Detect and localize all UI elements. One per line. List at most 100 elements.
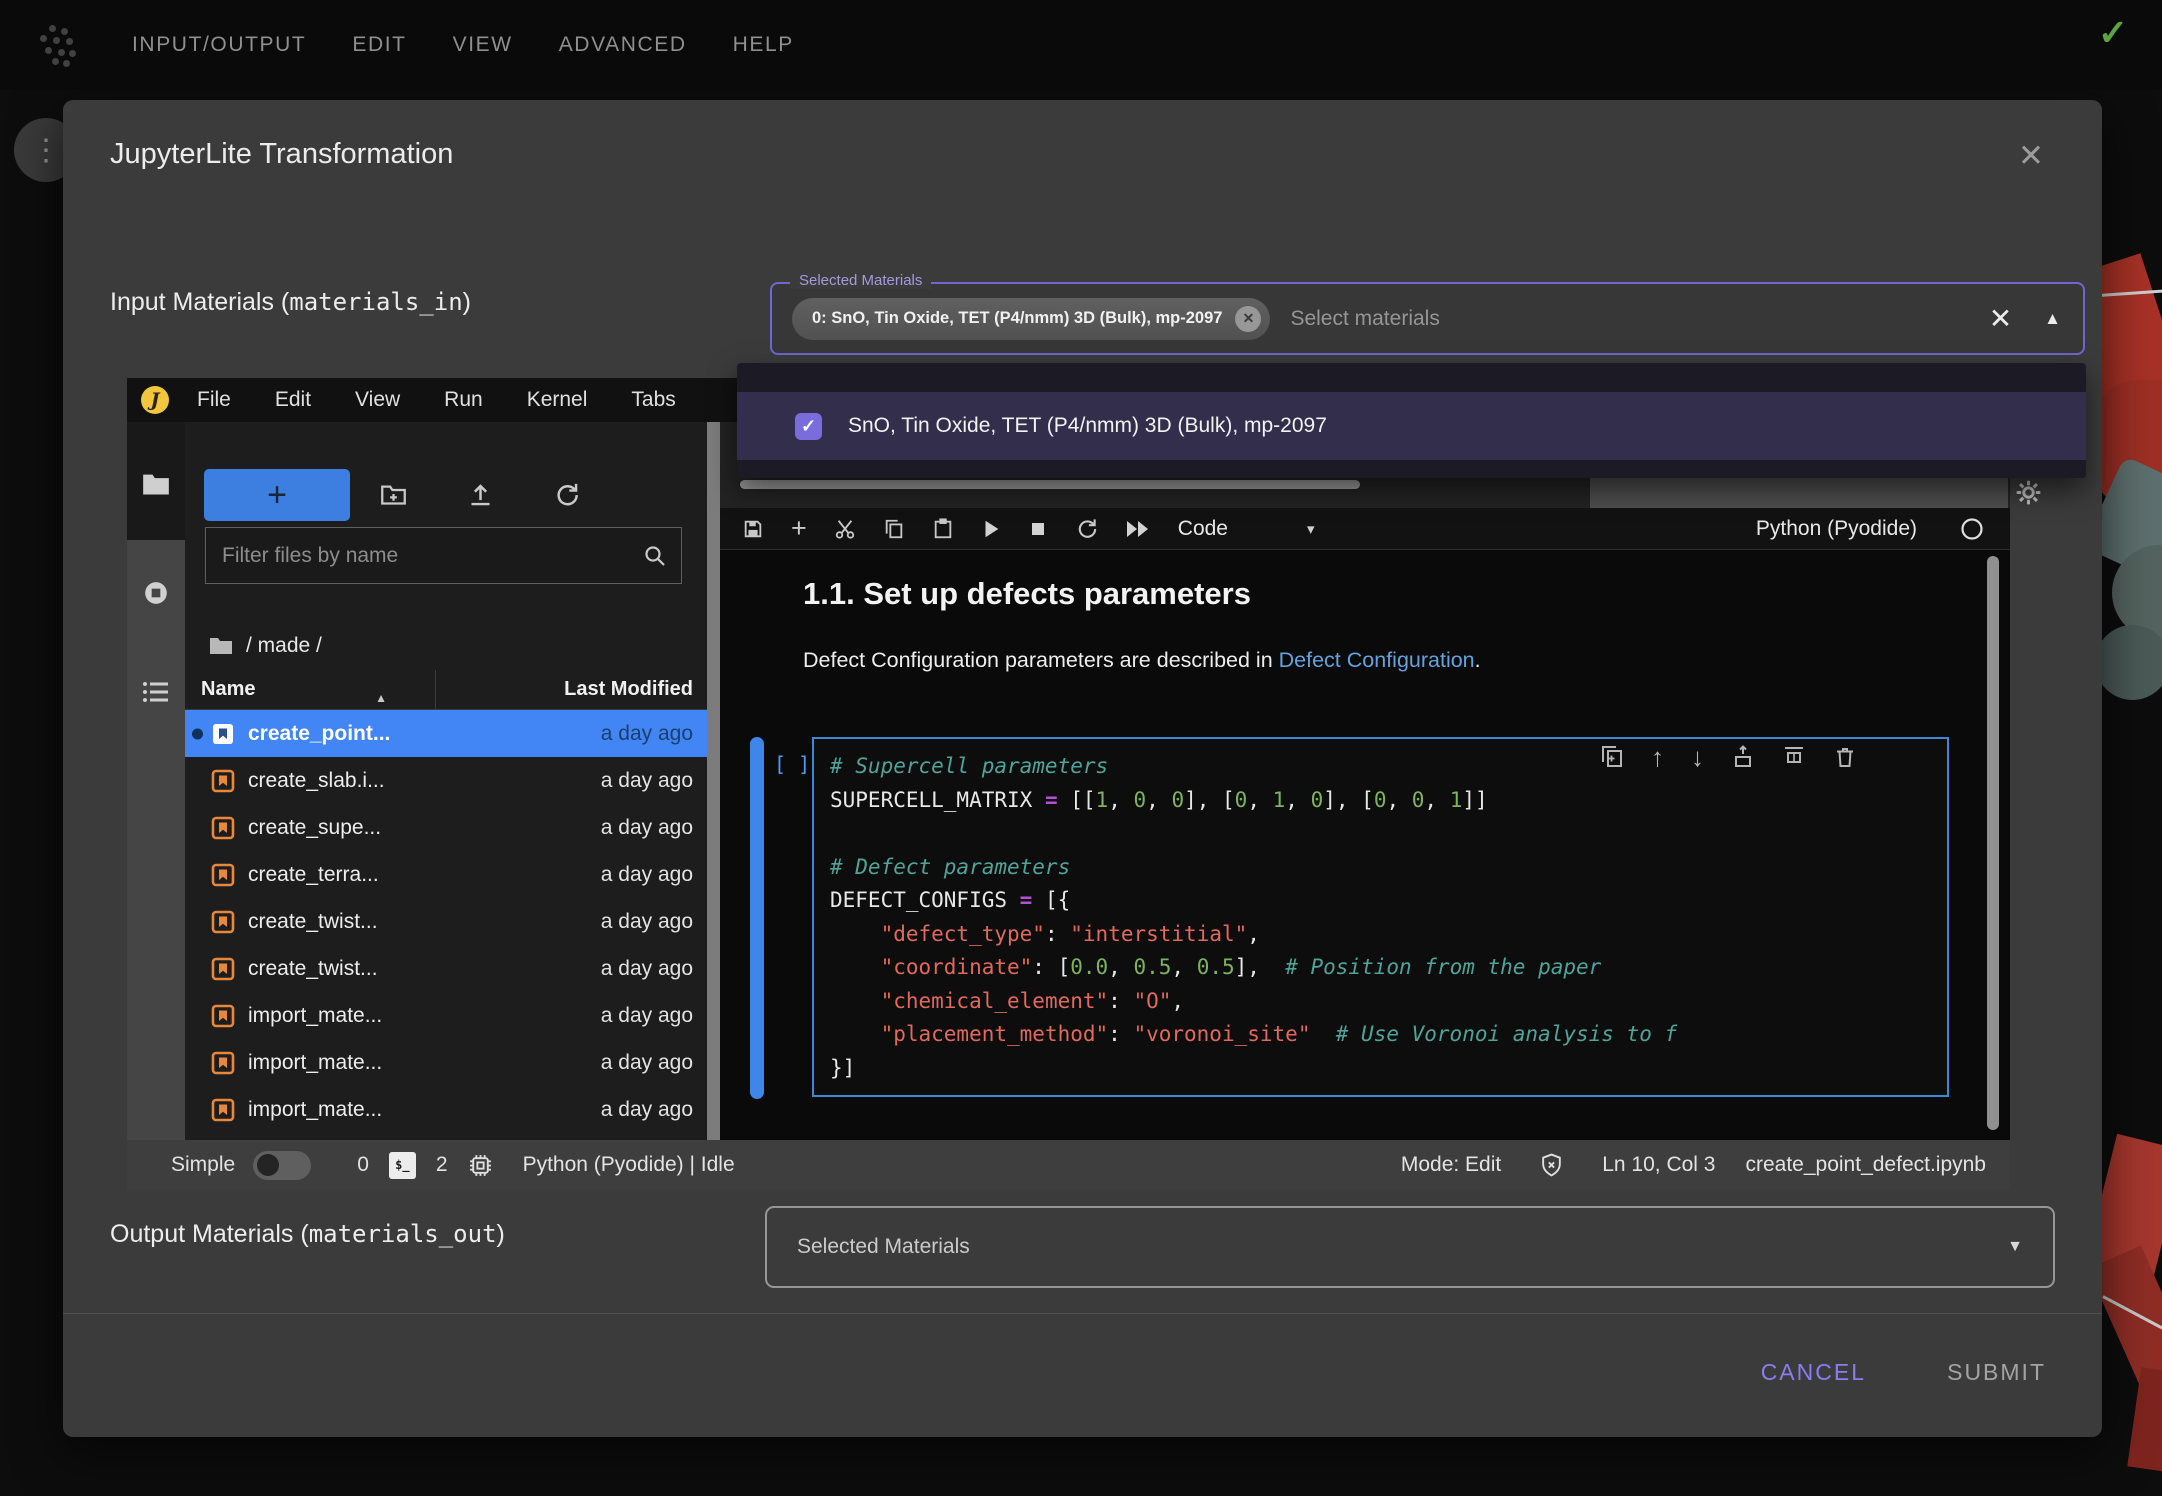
code-line: "defect_type": "interstitial", [830,918,1931,952]
submit-button[interactable]: SUBMIT [1941,1358,2052,1387]
refresh-file-list-button[interactable] [553,481,580,508]
jupyterlab-menu-item[interactable]: Tabs [631,388,675,412]
terminals-count[interactable]: 0 [357,1153,369,1177]
interrupt-kernel-button[interactable] [1028,519,1048,539]
kernels-count[interactable]: 2 [436,1153,448,1177]
insert-cell-button[interactable]: + [791,515,807,542]
screen: { "topbar": { "items": [ {"label": "INPU… [0,0,2162,1496]
selected-materials-field[interactable]: Selected Materials 0: SnO, Tin Oxide, TE… [770,282,2085,355]
jupyterlab-menu-item[interactable]: Edit [275,388,311,412]
jupyterlab-menu-item[interactable]: View [355,388,400,412]
column-header-modified[interactable]: Last Modified [435,670,707,709]
notebook-file-icon [211,910,235,934]
material-search-input[interactable] [1288,306,1978,332]
upload-files-button[interactable] [467,481,494,508]
kernel-status-text[interactable]: Python (Pyodide) | Idle [523,1153,735,1177]
file-modified: a day ago [435,910,707,934]
paste-cells-button[interactable] [932,518,954,540]
clear-selection-icon[interactable]: ✕ [1989,305,2012,333]
topbar-menu-item[interactable]: ADVANCED [559,33,687,57]
running-kernels-tab[interactable] [143,580,169,606]
search-icon [643,544,667,568]
file-list: create_point...a day agocreate_slab.i...… [185,710,707,1133]
notebook-file-icon [211,1004,235,1028]
notebook-file-icon [211,1051,235,1075]
folder-icon [209,636,233,656]
notebook-toolbar: + [720,508,2010,550]
notebook-panel: + [720,422,2010,1140]
jupyterlab-menu-item[interactable]: Run [444,388,483,412]
jupyter-logo-icon: J [141,386,169,414]
app-logo-icon[interactable] [36,23,80,67]
restart-kernel-button[interactable] [1075,517,1098,540]
kernel-name-button[interactable]: Python (Pyodide) [1756,517,1917,541]
chip-remove-icon[interactable]: ✕ [1235,306,1261,332]
topbar-menu-item[interactable]: EDIT [352,33,406,57]
delete-cell-button[interactable] [1833,745,1857,769]
column-header-name[interactable]: Name ▲ [185,678,435,701]
defect-configuration-link[interactable]: Defect Configuration [1279,648,1475,672]
restart-run-all-button[interactable] [1125,519,1151,539]
insert-cell-above-button[interactable] [1731,745,1755,769]
file-row[interactable]: create_twist...a day ago [185,898,707,945]
jupyterlab-menu-item[interactable]: Kernel [527,388,588,412]
file-browser-tab[interactable] [142,472,170,496]
tabbar-scrollbar[interactable] [740,480,1360,489]
topbar-menu-item[interactable]: VIEW [453,33,513,57]
checkbox-checked-icon[interactable]: ✓ [795,413,822,440]
run-cell-button[interactable] [981,518,1001,540]
topbar-menu-item[interactable]: INPUT/OUTPUT [132,33,306,57]
move-cell-up-button[interactable]: ↑ [1651,744,1664,770]
cursor-position[interactable]: Ln 10, Col 3 [1602,1153,1715,1177]
file-row[interactable]: import_mate...a day ago [185,1039,707,1086]
field-label: Selected Materials [790,272,931,289]
backdrop-atom-gray [2095,625,2162,700]
code-cell[interactable]: # Supercell parametersSUPERCELL_MATRIX =… [812,737,1949,1097]
chevron-down-icon[interactable]: ▾ [1307,520,1315,538]
input-materials-label: Input Materials (materials_in) [110,288,471,317]
cell-collapser-bar[interactable] [750,737,764,1099]
topbar-menu-item[interactable]: HELP [733,33,794,57]
filter-files-input[interactable] [220,543,643,569]
close-dialog-button[interactable]: ✕ [2018,140,2044,171]
duplicate-cell-button[interactable] [1600,745,1624,769]
panel-splitter[interactable] [707,422,720,1140]
simple-mode-label: Simple [171,1153,235,1177]
jupyterlab-menubar-items: File Edit View Run Kernel Tabs [197,388,676,412]
file-row[interactable]: create_twist...a day ago [185,945,707,992]
new-launcher-button[interactable]: + [204,469,350,521]
table-of-contents-tab[interactable] [142,680,170,704]
code-editor[interactable]: # Supercell parametersSUPERCELL_MATRIX =… [830,750,1931,1085]
file-row[interactable]: create_terra...a day ago [185,851,707,898]
output-materials-select[interactable]: Selected Materials ▼ [765,1206,2055,1288]
terminal-icon: $_ [389,1152,416,1179]
material-option-row[interactable]: ✓ SnO, Tin Oxide, TET (P4/nmm) 3D (Bulk)… [737,392,2086,460]
file-row[interactable]: import_mate...a day ago [185,992,707,1039]
file-row[interactable]: create_point...a day ago [185,710,707,757]
file-row[interactable]: create_supe...a day ago [185,804,707,851]
markdown-paragraph: Defect Configuration parameters are desc… [803,648,1481,673]
file-row[interactable]: create_slab.i...a day ago [185,757,707,804]
breadcrumb[interactable]: / made / [209,634,322,658]
file-row[interactable]: import_mate...a day ago [185,1086,707,1133]
notebook-file-icon [211,816,235,840]
save-button[interactable] [742,518,764,540]
gear-icon[interactable] [2015,479,2042,506]
cut-cells-button[interactable] [834,518,856,540]
notebook-scrollbar[interactable] [1987,556,1999,1130]
kernel-status-icon[interactable] [1960,517,1984,541]
move-cell-down-button[interactable]: ↓ [1691,744,1704,770]
copy-cells-button[interactable] [883,518,905,540]
material-chip[interactable]: 0: SnO, Tin Oxide, TET (P4/nmm) 3D (Bulk… [792,298,1270,340]
filter-files-box[interactable] [205,527,682,584]
cancel-button[interactable]: CANCEL [1755,1358,1872,1387]
output-select-value: Selected Materials [797,1235,970,1259]
jupyterlab-menu-item[interactable]: File [197,388,231,412]
new-folder-button[interactable] [380,481,407,508]
collapse-dropdown-icon[interactable]: ▲ [2044,309,2061,329]
simple-mode-toggle[interactable] [253,1151,311,1180]
cell-type-select[interactable]: Code [1178,517,1228,541]
mode-indicator[interactable]: Mode: Edit [1401,1153,1501,1177]
insert-cell-below-button[interactable] [1782,745,1806,769]
notebook-file-icon [211,722,235,746]
